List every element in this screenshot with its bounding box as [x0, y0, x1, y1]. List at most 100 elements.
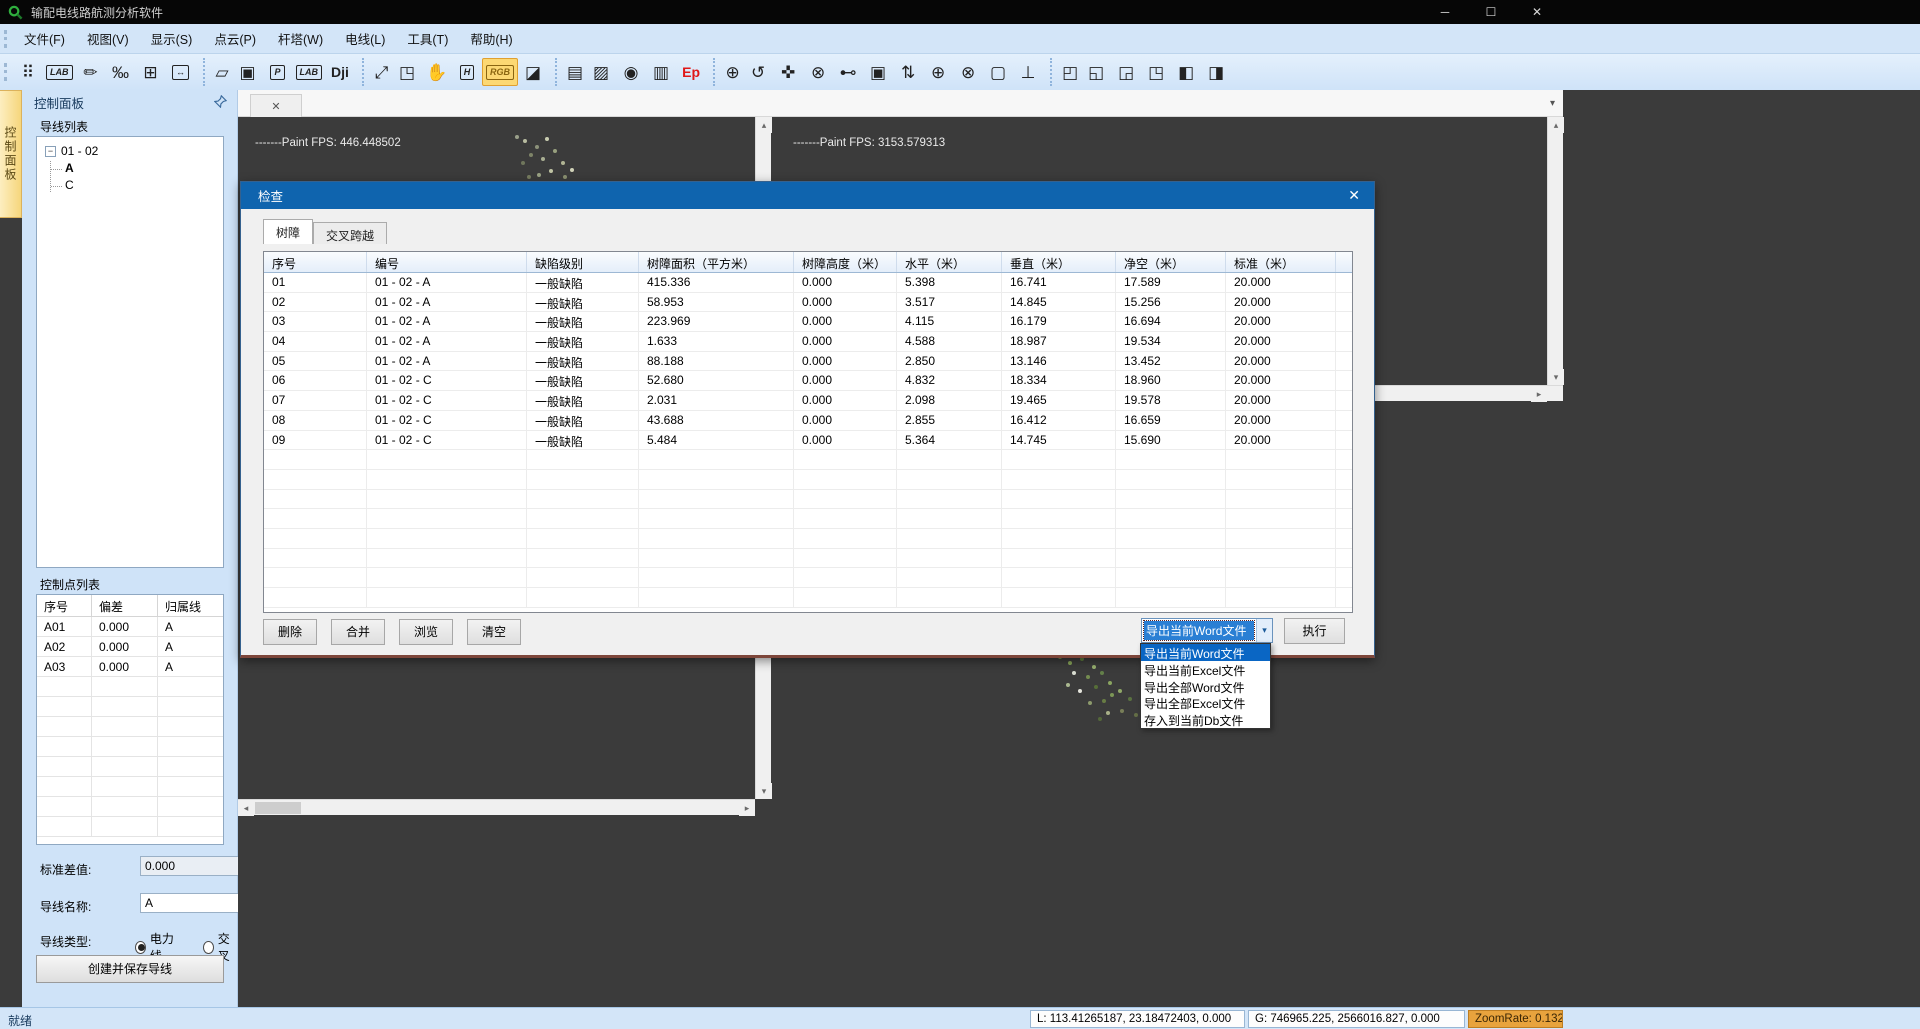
- table-row[interactable]: [264, 588, 1352, 608]
- area-measure-icon[interactable]: ▨: [586, 58, 616, 86]
- dropdown-item[interactable]: 导出全部Word文件: [1141, 678, 1270, 695]
- table-row[interactable]: [264, 568, 1352, 588]
- clear-button[interactable]: 清空: [467, 619, 521, 645]
- dropdown-item[interactable]: 存入到当前Db文件: [1141, 711, 1270, 728]
- scroll-down-icon[interactable]: ▾: [1548, 369, 1564, 385]
- control-point-row[interactable]: A03 0.000 A: [37, 657, 223, 677]
- control-point-row[interactable]: [37, 697, 223, 717]
- dialog-close-icon[interactable]: ✕: [1348, 187, 1360, 204]
- table-row[interactable]: [264, 529, 1352, 549]
- save-icon[interactable]: ▣: [233, 58, 263, 86]
- control-point-row[interactable]: [37, 817, 223, 837]
- delete-button[interactable]: 删除: [263, 619, 317, 645]
- control-point-row[interactable]: A02 0.000 A: [37, 637, 223, 657]
- wire-name-field[interactable]: A: [140, 893, 252, 913]
- scroll-up-icon[interactable]: ▴: [1548, 117, 1564, 133]
- lab-file-icon[interactable]: LAB: [293, 58, 326, 86]
- table-row[interactable]: 08 01 - 02 - C 一般缺陷 43.688 0.000 2.855 1…: [264, 411, 1352, 431]
- table-row[interactable]: 02 01 - 02 - A 一般缺陷 58.953 0.000 3.517 1…: [264, 293, 1352, 313]
- table-row[interactable]: [264, 450, 1352, 470]
- dropdown-item[interactable]: 导出当前Word文件: [1141, 644, 1270, 661]
- menu-item[interactable]: 工具(T): [396, 25, 459, 52]
- tab-tree-obstacle[interactable]: 树障: [263, 219, 313, 244]
- menu-item[interactable]: 点云(P): [203, 25, 267, 52]
- minimize-button[interactable]: ─: [1422, 0, 1468, 24]
- table-row[interactable]: 01 01 - 02 - A 一般缺陷 415.336 0.000 5.398 …: [264, 273, 1352, 293]
- location-pin-icon[interactable]: ◉: [616, 58, 646, 86]
- tree-expander-icon[interactable]: −: [45, 146, 56, 157]
- control-point-row[interactable]: A01 0.000 A: [37, 617, 223, 637]
- zoom-in-icon[interactable]: ⊕: [923, 58, 953, 86]
- menu-item[interactable]: 文件(F): [13, 25, 76, 52]
- cube-view-1-icon[interactable]: ◰: [1050, 58, 1081, 86]
- browse-button[interactable]: 浏览: [399, 619, 453, 645]
- vertical-range-icon[interactable]: ⇅: [893, 58, 923, 86]
- ep-icon[interactable]: Ep: [676, 58, 706, 86]
- control-point-row[interactable]: [37, 797, 223, 817]
- tree-node-child[interactable]: C: [51, 178, 219, 192]
- menu-item[interactable]: 视图(V): [76, 25, 140, 52]
- rgb-mode-icon[interactable]: RGB: [482, 58, 518, 86]
- control-point-row[interactable]: [37, 737, 223, 757]
- menu-item[interactable]: 显示(S): [140, 25, 204, 52]
- cube-view-6-icon[interactable]: ◨: [1201, 58, 1231, 86]
- height-mode-icon[interactable]: H: [452, 58, 482, 86]
- table-row[interactable]: [264, 470, 1352, 490]
- table-row[interactable]: 04 01 - 02 - A 一般缺陷 1.633 0.000 4.588 18…: [264, 332, 1352, 352]
- scroll-up-icon[interactable]: ▴: [756, 117, 772, 133]
- collapsed-panel-tab[interactable]: 控制面板: [0, 90, 22, 218]
- tree-node-root[interactable]: − 01 - 02: [45, 144, 219, 158]
- right-vertical-scrollbar[interactable]: ▴ ▾: [1547, 117, 1563, 385]
- pin-icon[interactable]: [214, 95, 227, 108]
- classify-brush-icon[interactable]: ✏: [76, 58, 106, 86]
- cube-view-2-icon[interactable]: ◱: [1081, 58, 1111, 86]
- table-row[interactable]: [264, 490, 1352, 510]
- menu-item[interactable]: 电线(L): [334, 25, 396, 52]
- tab-crossing[interactable]: 交叉跨越: [313, 222, 387, 244]
- cube-view-3-icon[interactable]: ◲: [1111, 58, 1141, 86]
- fit-view-icon[interactable]: ◳: [392, 58, 422, 86]
- merge-button[interactable]: 合并: [331, 619, 385, 645]
- control-point-row[interactable]: [37, 677, 223, 697]
- scroll-down-icon[interactable]: ▾: [756, 783, 772, 799]
- region-props-icon[interactable]: ▣: [863, 58, 893, 86]
- scroll-right-icon[interactable]: ▸: [1531, 386, 1547, 402]
- run-button[interactable]: 执行: [1284, 618, 1345, 644]
- table-row[interactable]: [264, 509, 1352, 529]
- ruler-icon[interactable]: ▤: [555, 58, 586, 86]
- open-project-icon[interactable]: ▱: [203, 58, 233, 86]
- control-point-row[interactable]: [37, 757, 223, 777]
- tile-grid-icon[interactable]: ⊞: [136, 58, 166, 86]
- delete-point-icon[interactable]: ⊗: [803, 58, 833, 86]
- table-row[interactable]: 05 01 - 02 - A 一般缺陷 88.188 0.000 2.850 1…: [264, 352, 1352, 372]
- table-row[interactable]: [264, 549, 1352, 569]
- dialog-title-bar[interactable]: 检查 ✕: [241, 182, 1374, 209]
- scroll-thumb[interactable]: [255, 802, 301, 814]
- dji-icon[interactable]: Dji: [325, 58, 355, 86]
- zoom-extents-icon[interactable]: ⤢: [362, 58, 392, 86]
- chevron-down-icon[interactable]: ▾: [1256, 619, 1272, 642]
- document-tab[interactable]: ✕: [250, 94, 302, 117]
- tree-node-child[interactable]: A: [51, 161, 219, 175]
- report-chart-icon[interactable]: ▥: [646, 58, 676, 86]
- prev-point-icon[interactable]: ↺: [743, 58, 773, 86]
- point-cloud-list-icon[interactable]: ⠿: [13, 58, 43, 86]
- scroll-right-icon[interactable]: ▸: [739, 800, 755, 816]
- export-format-combobox[interactable]: 导出当前Word文件 ▾: [1141, 618, 1273, 643]
- image-view-icon[interactable]: ◪: [518, 58, 548, 86]
- p-file-icon[interactable]: P: [263, 58, 293, 86]
- control-point-row[interactable]: [37, 777, 223, 797]
- width-measure-icon[interactable]: ↔: [166, 58, 196, 86]
- scroll-left-icon[interactable]: ◂: [238, 800, 254, 816]
- add-point-icon[interactable]: ⊕: [713, 58, 743, 86]
- table-row[interactable]: 03 01 - 02 - A 一般缺陷 223.969 0.000 4.115 …: [264, 312, 1352, 332]
- tab-close-icon[interactable]: ✕: [271, 100, 280, 113]
- dropdown-item[interactable]: 导出当前Excel文件: [1141, 661, 1270, 678]
- left-horizontal-scrollbar[interactable]: ◂ ▸: [238, 799, 755, 815]
- table-row[interactable]: 09 01 - 02 - C 一般缺陷 5.484 0.000 5.364 14…: [264, 431, 1352, 451]
- zoom-out-icon[interactable]: ⊗: [953, 58, 983, 86]
- tab-list-dropdown-icon[interactable]: ▾: [1550, 98, 1555, 109]
- lab-tag-icon[interactable]: LAB: [43, 58, 76, 86]
- table-row[interactable]: 07 01 - 02 - C 一般缺陷 2.031 0.000 2.098 19…: [264, 391, 1352, 411]
- create-save-wire-button[interactable]: 创建并保存导线: [36, 955, 224, 983]
